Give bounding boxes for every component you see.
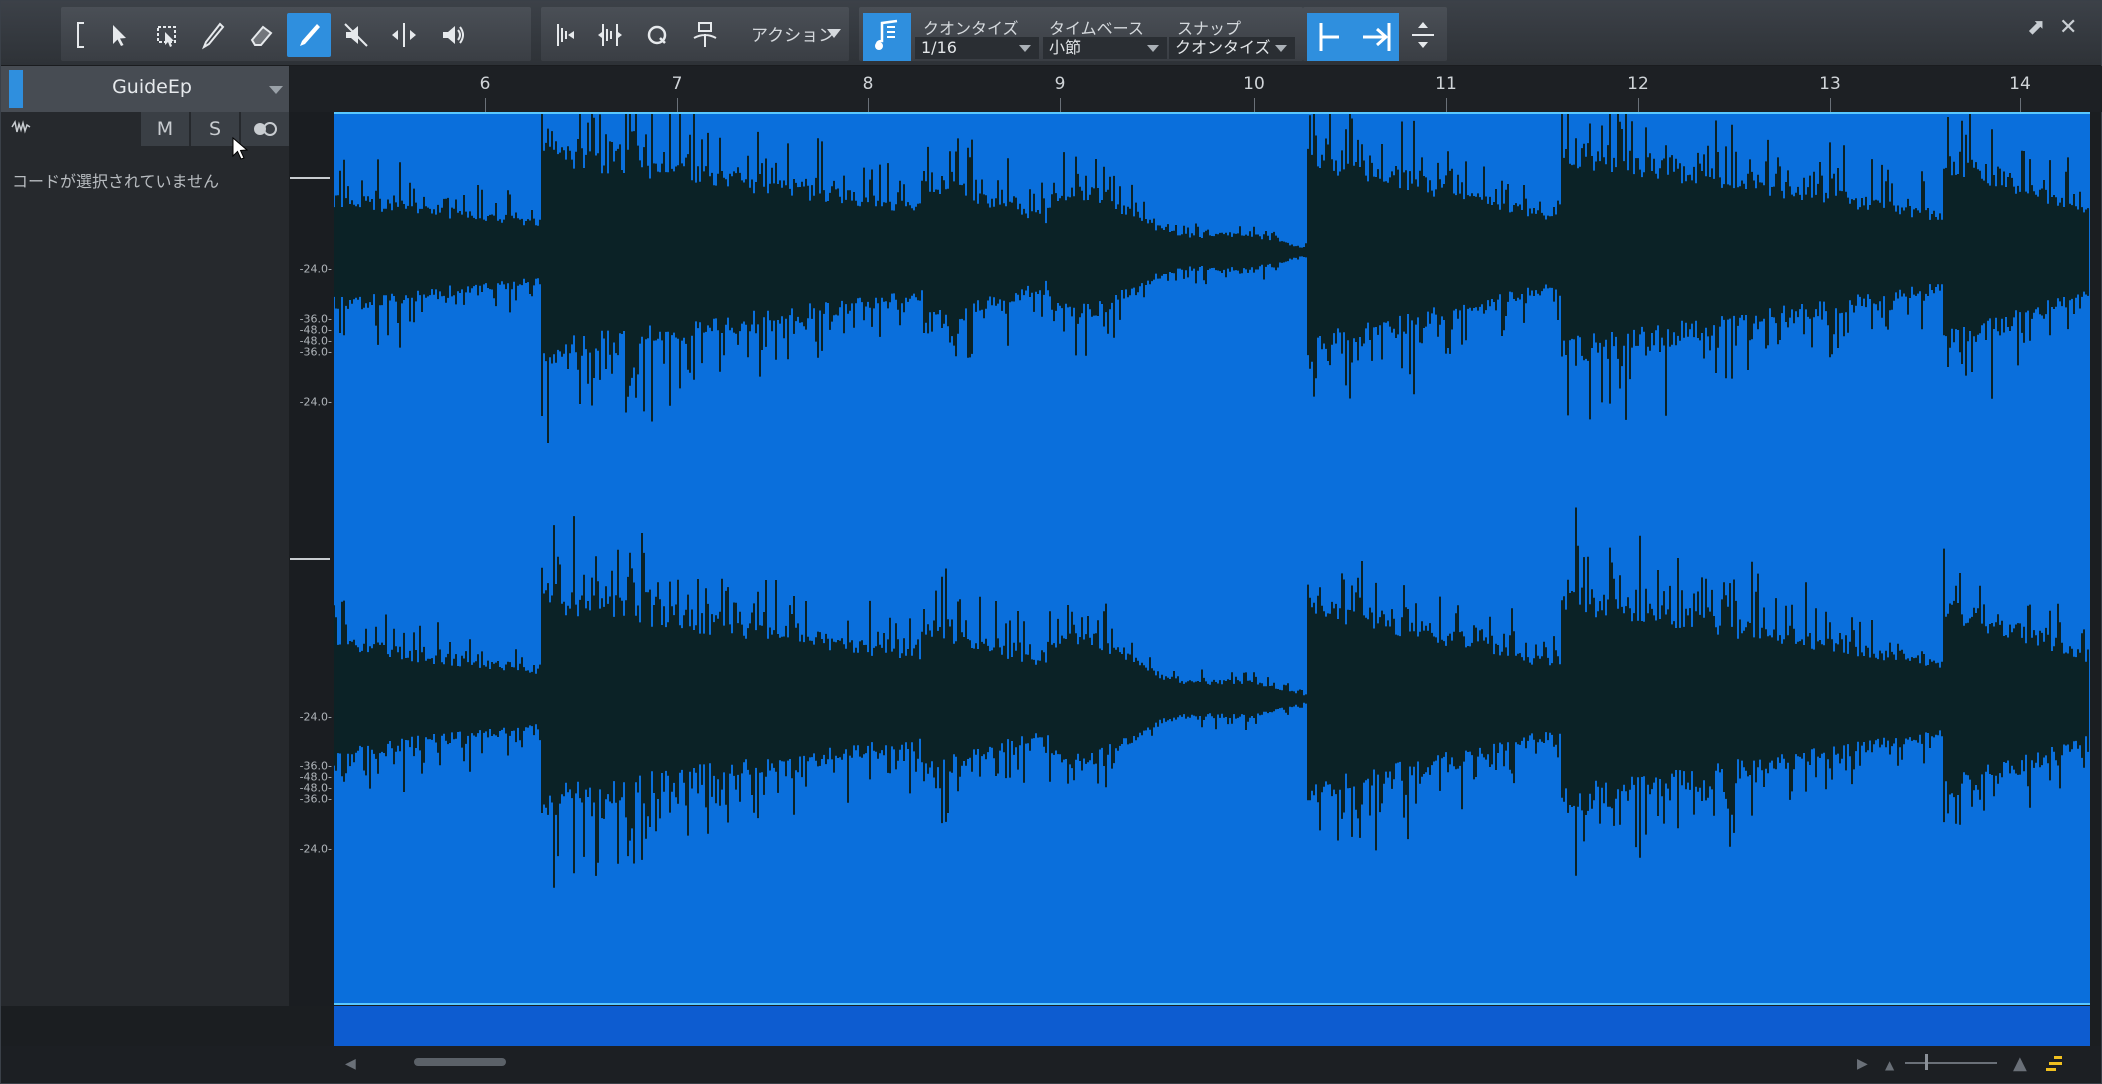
track-color-swatch xyxy=(9,70,23,108)
scale-marker xyxy=(290,177,330,179)
ruler-tick xyxy=(868,98,869,112)
zoom-in-icon[interactable]: ▲ xyxy=(2013,1053,2027,1074)
track-controls: M S xyxy=(1,112,289,160)
event-lower-strip xyxy=(334,1006,2090,1046)
quantize-value: 1/16 xyxy=(921,38,957,57)
listen-tool-icon[interactable] xyxy=(431,13,475,57)
ruler-bar-label: 11 xyxy=(1435,74,1457,94)
db-label: -24.0- xyxy=(299,710,332,724)
chevron-down-icon[interactable] xyxy=(269,86,283,94)
track-header[interactable]: GuideEp xyxy=(1,66,289,112)
bar-ruler[interactable]: 6 7 8 9 10 11 12 13 14 xyxy=(290,66,2102,112)
link-icon xyxy=(254,122,277,136)
ruler-bar-label: 10 xyxy=(1243,74,1265,94)
track-name: GuideEp xyxy=(112,76,192,98)
timebase-select[interactable]: 小節 xyxy=(1043,37,1167,59)
snap-select[interactable]: クオンタイズ xyxy=(1169,37,1295,59)
eraser-tool-icon[interactable] xyxy=(239,13,283,57)
toolbar: アクション クオンタイズ 1/16 タイムベース 小節 スナップ クオンタイズ … xyxy=(1,1,2101,66)
mouse-cursor-icon xyxy=(232,136,249,160)
quantize-label: クオンタイズ xyxy=(923,19,1019,38)
snap-to-grid-icon[interactable] xyxy=(1307,13,1399,61)
split-at-loop-icon[interactable] xyxy=(588,13,632,57)
action-menu[interactable]: アクション xyxy=(751,21,835,46)
event-bottom-border xyxy=(334,1003,2090,1005)
quantize-q-icon[interactable] xyxy=(635,13,679,57)
waveform-icon xyxy=(11,119,31,138)
db-label: -24.0- xyxy=(299,395,332,409)
zoom-slider-knob[interactable] xyxy=(1925,1054,1928,1070)
quantize-select[interactable]: 1/16 xyxy=(915,37,1039,59)
ruler-bar-label: 14 xyxy=(2009,74,2031,94)
ruler-bar-label: 6 xyxy=(479,74,491,94)
zoom-out-icon[interactable]: ▲ xyxy=(1885,1058,1894,1072)
zoom-slider[interactable] xyxy=(1905,1062,1997,1064)
ruler-bar-label: 13 xyxy=(1819,74,1841,94)
input-quantize-button[interactable] xyxy=(863,13,911,61)
scroll-thumb[interactable] xyxy=(414,1058,506,1066)
audio-event[interactable] xyxy=(334,112,2090,1005)
ruler-tick xyxy=(1638,98,1639,112)
event-top-border xyxy=(334,112,2090,114)
ruler-tick xyxy=(1254,98,1255,112)
db-label: -36.0- xyxy=(299,792,332,806)
snap-label: スナップ xyxy=(1177,19,1242,38)
mute-button[interactable]: M xyxy=(141,112,189,146)
audio-bend-icon[interactable] xyxy=(683,13,727,57)
ruler-bar-label: 9 xyxy=(1054,74,1066,94)
ruler-tick xyxy=(1060,98,1061,112)
db-label: -24.0- xyxy=(299,842,332,856)
ruler-bar-label: 12 xyxy=(1627,74,1649,94)
arrow-tool-icon[interactable] xyxy=(97,13,141,57)
detach-icon[interactable]: ⬈ xyxy=(2027,15,2045,40)
close-icon[interactable]: ✕ xyxy=(2059,15,2077,40)
paint-tool-icon[interactable] xyxy=(287,13,331,57)
snap-value: クオンタイズ xyxy=(1175,38,1271,57)
split-tool-icon[interactable] xyxy=(191,13,235,57)
scroll-right-icon[interactable]: ▶ xyxy=(1857,1056,1868,1072)
channel-divider xyxy=(290,558,330,560)
mute-tool-icon[interactable] xyxy=(334,13,378,57)
chevron-down-icon xyxy=(1019,45,1031,52)
chevron-down-icon[interactable] xyxy=(827,29,841,38)
db-label: -36.0- xyxy=(299,345,332,359)
range-tool-icon[interactable] xyxy=(145,13,189,57)
ruler-tick xyxy=(677,98,678,112)
track-panel: M S コードが選択されていません xyxy=(1,112,289,1006)
waveform xyxy=(334,112,2089,888)
ruler-tick xyxy=(2020,98,2021,112)
timebase-value: 小節 xyxy=(1049,38,1082,57)
strip-silence-icon[interactable] xyxy=(541,13,585,57)
db-label: -24.0- xyxy=(299,262,332,276)
no-chord-text: コードが選択されていません xyxy=(12,172,220,191)
ruler-bar-label: 8 xyxy=(862,74,874,94)
ruler-tick xyxy=(1830,98,1831,112)
snap-mode-group xyxy=(1307,13,1399,61)
bend-tool-icon[interactable] xyxy=(382,13,426,57)
overview-icon[interactable] xyxy=(2045,1054,2065,1074)
chevron-down-icon xyxy=(1147,45,1159,52)
timebase-label: タイムベース xyxy=(1049,19,1144,38)
chevron-down-icon xyxy=(1275,45,1287,52)
zoom-vertical-icon[interactable] xyxy=(1401,13,1445,57)
ruler-tick xyxy=(1446,98,1447,112)
db-scale: -24.0- -36.0- -48.0- -48.0- -36.0- -24.0… xyxy=(290,112,334,1006)
horizontal-scrollbar[interactable]: ◀ ▶ ▲ ▲ xyxy=(1,1046,2101,1082)
scroll-left-icon[interactable]: ◀ xyxy=(345,1056,356,1072)
ruler-tick xyxy=(485,98,486,112)
ruler-bar-label: 7 xyxy=(671,74,683,94)
